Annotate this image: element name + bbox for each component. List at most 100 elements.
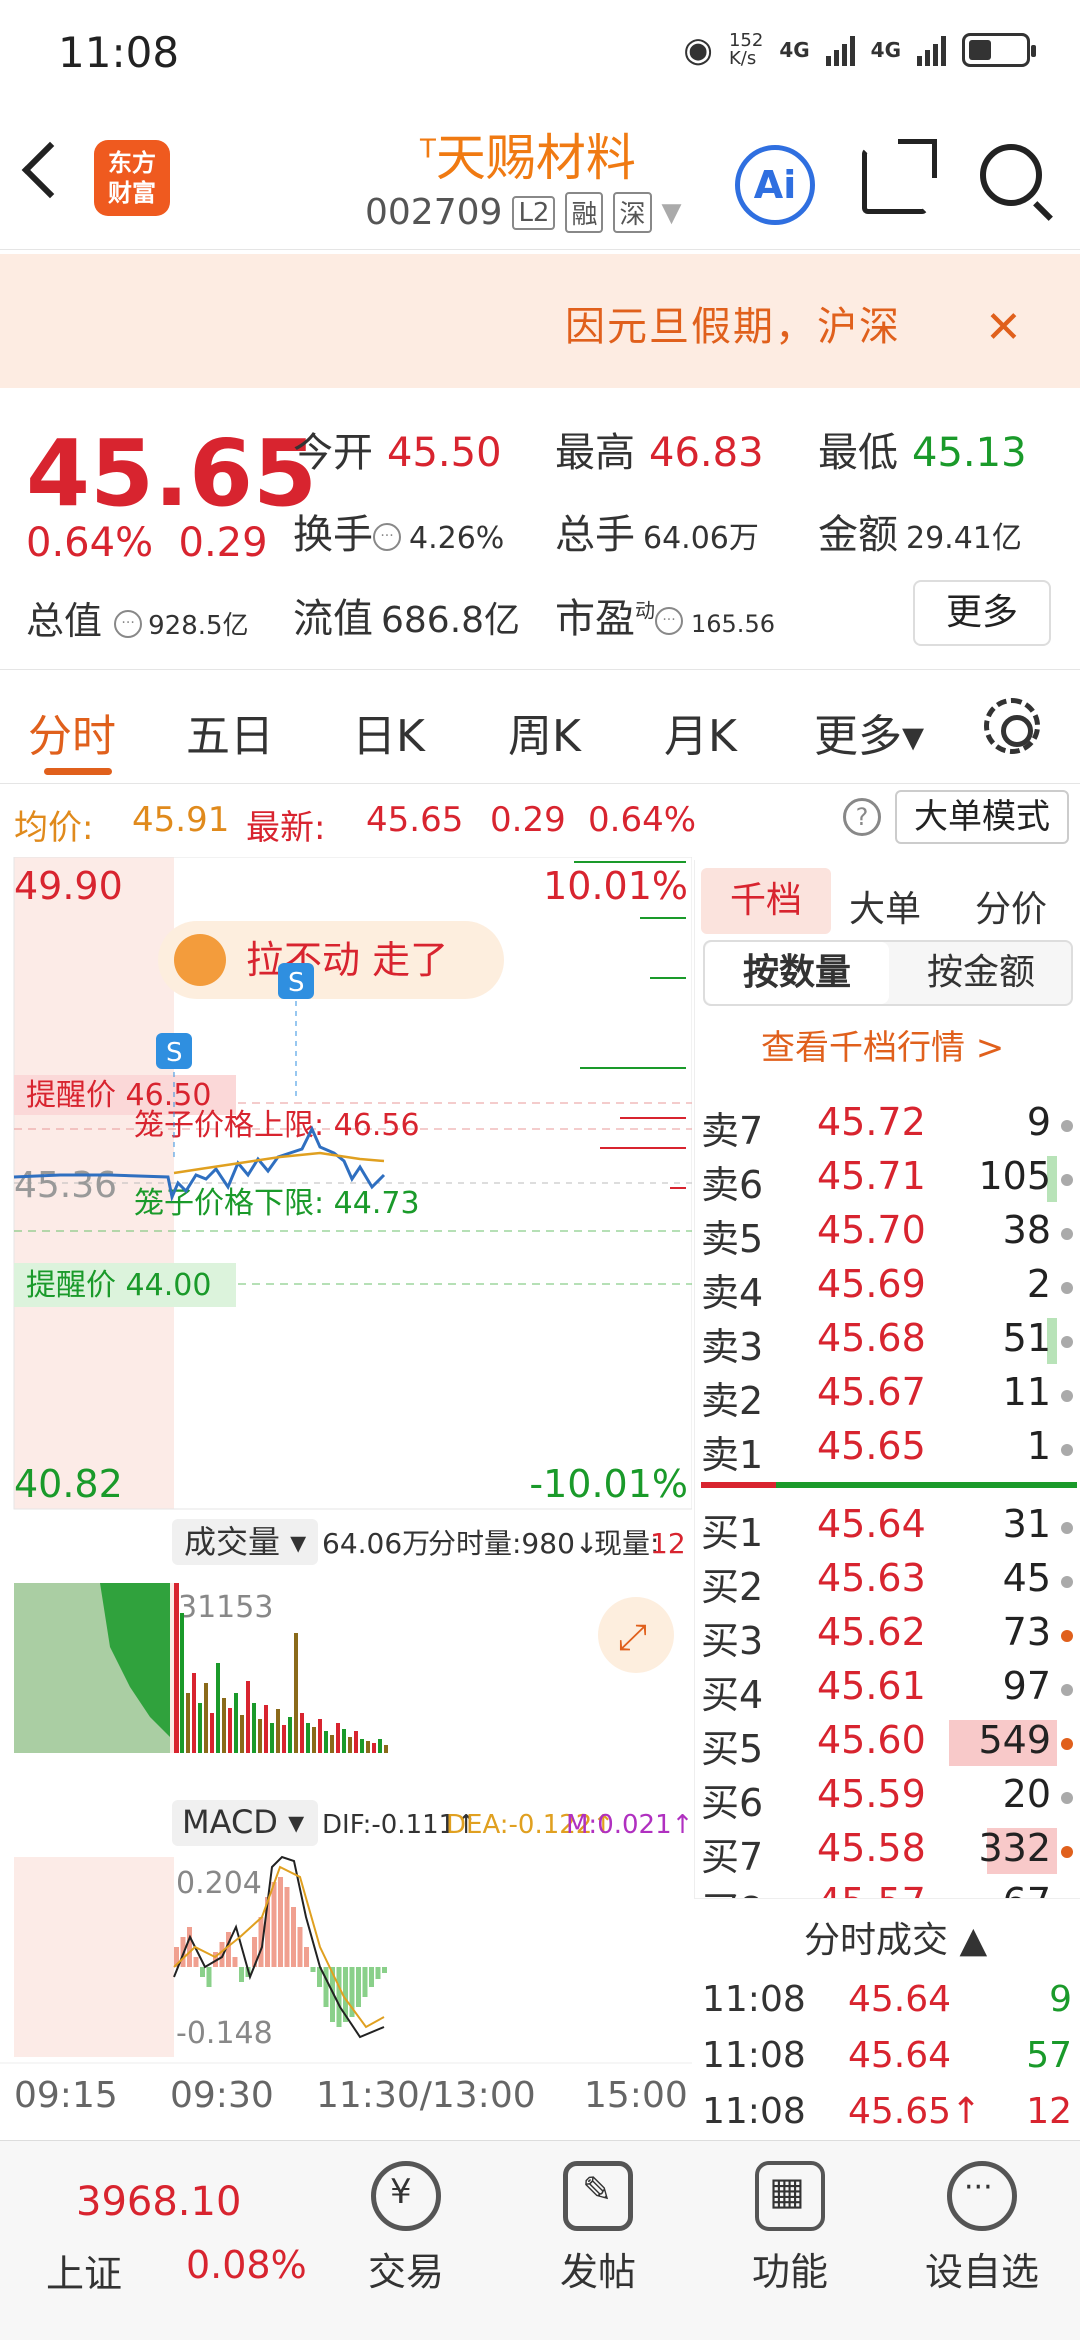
market-badge: 深 [613,192,652,233]
tab-daily-k[interactable]: 日K [352,700,425,764]
turnover-value: 4.26% [409,521,505,556]
volume-bar [366,1741,370,1753]
ask-row-7[interactable]: 卖1 45.65 1 [701,1424,1077,1478]
stock-header: 东方 财富 T天赐材料 002709 L2 融 深 ▼ Ai [0,100,1080,250]
net-4g-1: 4G [779,38,810,62]
book-tab-price[interactable]: 分价 [975,880,1047,932]
bid-row-2[interactable]: 买2 45.63 45 [701,1556,1077,1610]
macd-bar [336,1967,342,2027]
bid-row-5[interactable]: 买5 45.60 549 [701,1718,1077,1772]
ai-button[interactable]: Ai [735,145,815,225]
help-icon[interactable]: ? [843,798,881,836]
level2-badge: L2 [512,195,556,230]
nav-functions[interactable]: ▦ 功能 [730,2161,850,2296]
order-dot-icon [1061,1120,1073,1132]
book-price: 45.60 [817,1718,926,1762]
macd-bar [193,1957,199,1967]
tab-weekly-k[interactable]: 周K [508,700,581,764]
search-icon[interactable] [980,144,1042,206]
gear-icon[interactable] [984,698,1040,754]
bid-row-6[interactable]: 买6 45.59 20 [701,1772,1077,1826]
market-cap-label: 总值 [26,599,103,643]
book-tab-thousand[interactable]: 千档 [701,868,831,934]
volume-label: 总手 [555,512,635,558]
big-order-mode-button[interactable]: 大单模式 [895,790,1069,844]
ask-row-5[interactable]: 卖3 45.68 51 [701,1316,1077,1370]
book-volume: 51 [1002,1316,1051,1360]
back-icon[interactable] [21,141,79,199]
bid-row-3[interactable]: 买3 45.62 73 [701,1610,1077,1664]
nav-trade[interactable]: ¥ 交易 [346,2161,466,2296]
ask-row-4[interactable]: 卖4 45.69 2 [701,1262,1077,1316]
chart-tabs: 分时 五日 日K 周K 月K 更多▾ [0,672,1080,784]
book-subtabs: 按数量 按金额 [703,940,1073,1006]
tab-intraday[interactable]: 分时 [28,700,116,764]
volume-bar [198,1703,202,1753]
ask-row-6[interactable]: 卖2 45.67 11 [701,1370,1077,1424]
volume-bar-peak [174,1583,179,1753]
book-price: 45.62 [817,1610,926,1654]
share-icon[interactable] [862,139,937,214]
index-name[interactable]: 上证 [46,2243,122,2298]
ask-row-1[interactable]: 卖7 45.72 9 [701,1100,1077,1154]
tab-more[interactable]: 更多▾ [814,700,924,764]
book-level-label: 买3 [701,1619,764,1663]
book-volume: 73 [1002,1610,1051,1654]
index-pct[interactable]: 0.08% [186,2243,307,2287]
close-icon[interactable]: ✕ [985,302,1022,353]
volume-bar [228,1708,232,1753]
nav-post[interactable]: ✎ 发帖 [538,2161,658,2296]
float-label: 流值 [293,596,373,642]
book-price: 45.63 [817,1556,926,1600]
bid-row-1[interactable]: 买1 45.64 31 [701,1502,1077,1556]
low-value: 45.13 [912,430,1027,476]
book-volume: 45 [1002,1556,1051,1600]
book-price: 45.64 [817,1502,926,1546]
info-icon[interactable]: ··· [114,609,143,638]
more-button[interactable]: 更多 [913,580,1051,646]
quote-panel: 45.65 0.64% 0.29 总值 ··· 928.5亿 今开 45.50 最高… [0,390,1080,670]
volume-bar [360,1739,364,1753]
subtab-by-quantity[interactable]: 按数量 [705,942,889,1004]
tick-volume: 9 [1049,1979,1072,2020]
amount: 金额 29.41亿 [818,502,1022,560]
info-icon[interactable]: ··· [655,607,683,635]
open-label: 今开 [293,430,373,476]
notice-banner[interactable]: 因元旦假期，沪深 ✕ [0,254,1080,388]
app-logo[interactable]: 东方 财富 [94,140,170,216]
top-price-label: 49.90 [14,864,123,908]
stock-name-prefix: T [420,134,436,165]
tick-volume: 57 [1026,2035,1072,2076]
book-tab-big-order[interactable]: 大单 [849,880,921,932]
pe-ratio: 市盈动 ··· 165.56 [555,586,775,644]
subtab-by-amount[interactable]: 按金额 [889,942,1073,1004]
ticks-title[interactable]: 分时成交 ▲ [804,1911,987,1963]
macd-min-label: -0.148 [176,2016,273,2051]
ask-row-3[interactable]: 卖5 45.70 38 [701,1208,1077,1262]
bid-row-7[interactable]: 买7 45.58 332 [701,1826,1077,1880]
nav-watchlist[interactable]: ··· 设自选 [922,2161,1042,2296]
tab-five-day[interactable]: 五日 [186,700,274,764]
intraday-chart[interactable]: 提醒价 46.50 提醒价 44.00 笼子价格上限: 46.56 笼子价格下限… [0,856,693,2127]
book-price: 45.61 [817,1664,926,1708]
chevron-down-icon[interactable]: ▼ [662,198,682,228]
expand-icon[interactable]: ⤢ [618,1617,647,1658]
stock-name: T天赐材料 [420,118,636,190]
last-value: 45.65 [366,800,464,840]
view-depth-link[interactable]: 查看千档行情 > [761,1020,1004,1069]
volume-max-label: 31153 [178,1590,273,1625]
ask-row-2[interactable]: 卖6 45.71 105 [701,1154,1077,1208]
battery-icon [962,33,1036,67]
alert-low-label: 提醒价 44.00 [26,1268,211,1303]
bid-row-4[interactable]: 买4 45.61 97 [701,1664,1077,1718]
tab-monthly-k[interactable]: 月K [664,700,737,764]
last-change: 0.29 [490,800,566,840]
info-icon[interactable]: ··· [373,523,401,551]
book-volume: 97 [1002,1664,1051,1708]
edit-icon: ✎ [563,2161,633,2231]
stock-name-text: 天赐材料 [435,129,636,187]
tick-trades[interactable]: 分时成交 ▲ 11:08 45.64 9 11:08 45.64 57 11:0… [694,1898,1080,2132]
index-value[interactable]: 3968.10 [76,2179,241,2225]
float-value: 686.8亿 [381,600,521,641]
last-label: 最新: [246,808,326,848]
